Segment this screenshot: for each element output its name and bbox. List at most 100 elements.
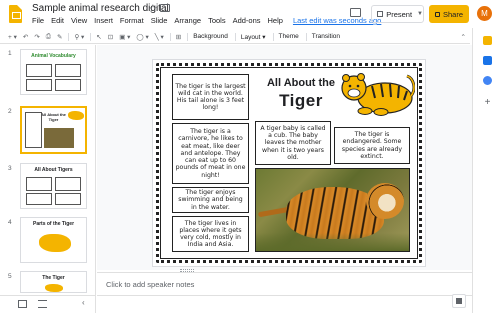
thumbnail-box (26, 193, 52, 205)
menu-help[interactable]: Help (268, 16, 283, 25)
slide-thumbnail[interactable]: Animal Vocabulary (20, 49, 87, 95)
fact-box-endangered[interactable]: The tiger is endangered. Some species ar… (334, 127, 410, 164)
grass-shape (256, 233, 409, 251)
explore-icon[interactable] (452, 294, 466, 308)
menu-slide[interactable]: Slide (151, 16, 168, 25)
menu-insert[interactable]: Insert (94, 16, 113, 25)
thumbnail-title: Animal Vocabulary (31, 53, 76, 59)
slide-heading-line2[interactable]: Tiger (256, 91, 346, 111)
menu-view[interactable]: View (71, 16, 87, 25)
theme-button[interactable]: Theme (279, 33, 299, 40)
menu-tools[interactable]: Tools (208, 16, 226, 25)
thumbnail-box (26, 177, 52, 191)
lock-icon (434, 11, 440, 17)
tiger-thumbnail-icon (45, 284, 63, 292)
thumbnail-box (26, 64, 52, 77)
print-icon[interactable]: ⎙ (46, 33, 51, 41)
present-label: Present (386, 9, 413, 19)
line-icon[interactable]: ╲ ▾ (155, 33, 164, 41)
toolbar-divider (187, 32, 189, 41)
slide-thumbnail-selected[interactable]: All About the Tiger (20, 106, 87, 154)
move-folder-icon[interactable] (160, 4, 170, 12)
toolbar-divider (169, 32, 171, 41)
keep-icon[interactable] (483, 36, 492, 45)
menu-bar: File Edit View Insert Format Slide Arran… (32, 16, 381, 25)
menu-file[interactable]: File (32, 16, 44, 25)
slides-app: Sample animal research digital ☆ File Ed… (0, 0, 500, 313)
share-label: Share (442, 9, 463, 19)
cartoon-tiger-illustration[interactable] (337, 68, 415, 118)
layout-button[interactable]: Layout ▾ (241, 33, 266, 41)
slide-number: 3 (8, 165, 12, 172)
fact-box-largest[interactable]: The tiger is the largest wild cat in the… (172, 74, 249, 120)
avatar[interactable]: M (477, 6, 492, 21)
toolbar-divider (305, 32, 307, 41)
slide-number: 4 (8, 219, 12, 226)
fact-box-swimming[interactable]: The tiger enjoys swimming and being in t… (172, 187, 249, 213)
chevron-up-icon[interactable]: ⌃ (461, 33, 466, 41)
menu-arrange[interactable]: Arrange (174, 16, 201, 25)
slide-filmstrip: 1 Animal Vocabulary 2 All About the Tige… (0, 45, 96, 295)
shape-icon[interactable]: ◯ ▾ (136, 33, 148, 41)
fact-box-carnivore[interactable]: The tiger is a carnivore, he likes to ea… (172, 123, 249, 184)
slide-number: 1 (8, 50, 12, 57)
tasks-icon[interactable] (483, 56, 492, 65)
slide-heading-line1[interactable]: All About the (256, 77, 346, 89)
thumbnail-title: Parts of the Tiger (32, 221, 75, 227)
toolbar-divider (90, 32, 92, 41)
side-panel-rail: + (472, 28, 500, 313)
thumbnail-title: All About the Tiger (41, 112, 66, 122)
menu-addons[interactable]: Add-ons (233, 16, 261, 25)
thumbnail-box (25, 112, 42, 148)
menu-format[interactable]: Format (120, 16, 144, 25)
zoom-icon[interactable]: ⚲ ▾ (74, 33, 84, 41)
chevron-down-icon[interactable]: ▼ (417, 11, 423, 17)
grid-view-icon[interactable] (18, 300, 27, 308)
present-button[interactable]: Present ▼ (371, 5, 424, 23)
last-edit-link[interactable]: Last edit was seconds ago (293, 16, 381, 25)
thumbnail-photo (44, 128, 74, 148)
slide-number: 5 (8, 273, 12, 280)
speaker-notes-placeholder[interactable]: Click to add speaker notes (106, 280, 194, 289)
filmstrip-view-icon[interactable] (38, 300, 47, 308)
background-button[interactable]: Background (193, 33, 228, 40)
text-box-icon[interactable]: ⊡ (108, 33, 113, 41)
thumbnail-title: The Tiger (42, 275, 65, 281)
thumbnail-box (55, 79, 81, 91)
slide-thumbnail[interactable]: Parts of the Tiger (20, 217, 87, 263)
share-button[interactable]: Share (429, 5, 469, 23)
add-addon-icon[interactable]: + (483, 98, 492, 108)
fact-box-cub[interactable]: A tiger baby is called a cub. The baby l… (255, 121, 331, 165)
thumbnail-box (26, 79, 52, 91)
star-icon[interactable]: ☆ (148, 2, 158, 15)
title-bar: Sample animal research digital ☆ File Ed… (0, 0, 500, 30)
toolbar-divider (234, 32, 236, 41)
comment-history-icon[interactable] (350, 8, 361, 17)
menu-edit[interactable]: Edit (51, 16, 64, 25)
comment-icon[interactable]: ⊞ (176, 33, 181, 41)
slide-thumbnail[interactable]: All About Tigers (20, 163, 87, 209)
collapse-panel-icon[interactable]: ‹ (82, 298, 85, 307)
redo-icon[interactable]: ↷ (34, 33, 39, 41)
current-slide[interactable]: The tiger is the largest wild cat in the… (152, 59, 426, 267)
fact-box-habitat[interactable]: The tiger lives in places where it gets … (172, 216, 249, 252)
transition-button[interactable]: Transition (312, 33, 340, 40)
calendar-icon[interactable] (483, 76, 492, 85)
present-icon (377, 11, 384, 17)
select-icon[interactable]: ↖ (96, 33, 101, 41)
tiger-thumbnail-icon (68, 111, 84, 120)
slide-number: 2 (8, 108, 12, 115)
slide-thumbnail[interactable]: The Tiger (20, 271, 87, 293)
undo-icon[interactable]: ↶ (23, 33, 28, 41)
thumbnail-box (55, 64, 81, 77)
tiger-head-shape (366, 183, 404, 219)
image-icon[interactable]: ▣ ▾ (119, 33, 130, 41)
speaker-notes[interactable]: Click to add speaker notes (97, 272, 472, 295)
new-slide-icon[interactable]: + ▾ (8, 33, 17, 41)
slides-logo-icon[interactable] (9, 5, 22, 23)
tiger-photo[interactable] (255, 168, 410, 252)
bottom-bar (97, 295, 472, 313)
toolbar-divider (272, 32, 274, 41)
paint-format-icon[interactable]: ✎ (57, 33, 62, 41)
thumbnail-title: All About Tigers (34, 167, 73, 173)
